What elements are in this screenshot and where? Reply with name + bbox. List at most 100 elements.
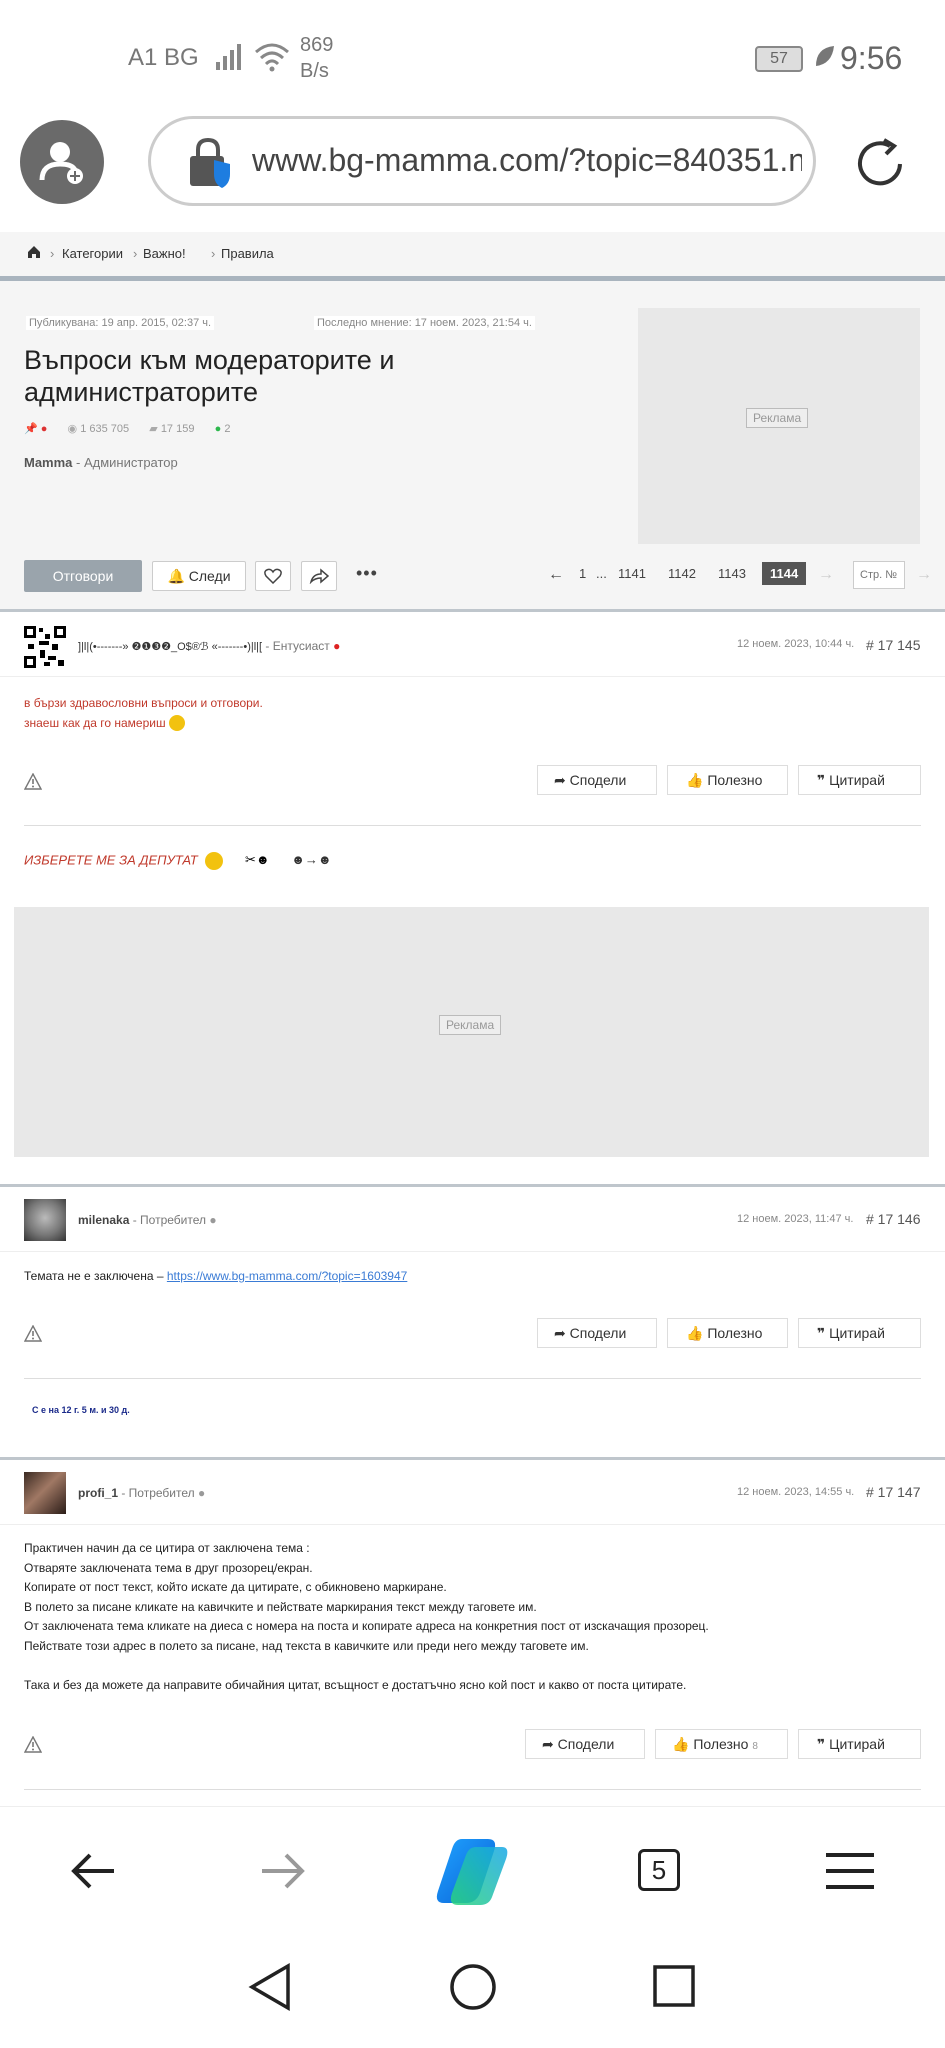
back-arrow-icon[interactable] (70, 1851, 118, 1891)
quote-icon: ❞ (817, 1736, 826, 1752)
post-username[interactable]: profi_1 (78, 1486, 118, 1500)
leaf-icon (816, 46, 834, 66)
thumbs-up-icon: 👍 (686, 1325, 704, 1341)
post-number-link[interactable]: # 17 146 (866, 1211, 921, 1227)
reload-icon[interactable] (852, 136, 908, 192)
eye-icon: ◉ (67, 423, 78, 435)
avatar[interactable] (24, 1199, 66, 1241)
signature-divider (24, 1789, 921, 1790)
clock: 9:56 (840, 40, 903, 76)
signature: ИЗБЕРЕТЕ МЕ ЗА ДЕПУТАТ ✂☻ ☻→☻ (24, 852, 332, 870)
useful-label: Полезно (707, 1325, 763, 1341)
share-label: Сподели (557, 1736, 615, 1752)
ad-label: Реклама (746, 408, 809, 428)
follow-button[interactable]: 🔔 Следи (152, 561, 246, 591)
page-title: Въпроси към модераторите и администратор… (24, 345, 395, 407)
post: ]|l|(•-------» ❷❶❸❷_O$®ℬ «-------•)|l|[ … (0, 609, 945, 894)
replies-count: 17 159 (160, 423, 195, 435)
reply-button[interactable]: Отговори (24, 560, 142, 592)
report-warning-icon[interactable] (24, 1325, 42, 1343)
ad-banner: Реклама (638, 308, 920, 544)
share-icon (309, 568, 330, 585)
browser-bottom-nav: 5 (0, 1806, 945, 1933)
quote-button[interactable]: ❞ Цитирай (798, 1729, 921, 1759)
post-date: 12 ноем. 2023, 11:47 ч. (737, 1213, 854, 1225)
share-icon: ➦ (554, 1325, 566, 1341)
share-button[interactable]: ➦ Сподели (537, 1318, 657, 1348)
post-text-line: Така и без да можете да направите обичай… (24, 1677, 687, 1692)
carrier-name: A1 BG (128, 44, 199, 71)
heart-icon (264, 568, 282, 585)
post-text-line: Отваряте заключената тема в друг прозоре… (24, 1560, 313, 1575)
author-name[interactable]: Mamma (24, 455, 72, 470)
post-date: 12 ноем. 2023, 10:44 ч. (737, 638, 855, 650)
signature-divider (24, 1378, 921, 1379)
more-options-icon[interactable]: ••• (356, 564, 378, 582)
post-body: Практичен начин да се цитира от заключен… (24, 1539, 924, 1695)
favorite-button[interactable] (255, 561, 291, 591)
topic-stats: 📌 ● ◉ 1 635 705 ▰ 17 159 ● 2 (24, 422, 230, 435)
post-text-spacer (24, 1656, 924, 1676)
copilot-icon[interactable] (432, 1835, 512, 1907)
prev-page-arrow-icon[interactable]: ← (548, 566, 564, 584)
pin-icon: 📌 (24, 423, 38, 435)
page-link[interactable]: 1143 (718, 566, 746, 581)
report-warning-icon[interactable] (24, 773, 42, 791)
share-topic-button[interactable] (301, 561, 337, 591)
post-number-link[interactable]: # 17 145 (866, 637, 921, 653)
share-label: Сподели (569, 1325, 627, 1341)
tabs-button[interactable]: 5 (638, 1849, 680, 1891)
share-icon: ➦ (554, 772, 566, 788)
post-user-role: - Ентусиаст (262, 639, 330, 653)
avatar[interactable] (24, 1472, 66, 1514)
topic-author: Mamma - Администратор (24, 455, 178, 470)
post-text: Темата не е заключена – (24, 1269, 167, 1283)
share-button[interactable]: ➦ Сподели (525, 1729, 645, 1759)
page-link[interactable]: 1141 (618, 566, 646, 581)
quote-button[interactable]: ❞ Цитирай (798, 1318, 921, 1348)
breadcrumb-rules[interactable]: Правила (221, 246, 274, 261)
status-dot-icon: ● (209, 1213, 217, 1227)
post-number-link[interactable]: # 17 147 (866, 1484, 921, 1500)
share-button[interactable]: ➦ Сподели (537, 765, 657, 795)
smiley-icon (168, 715, 185, 732)
signal-icon (216, 44, 241, 70)
system-back-icon[interactable] (248, 1962, 292, 2012)
status-dot-icon: ● (333, 639, 341, 653)
post-body: Темата не е заключена – https://www.bg-m… (24, 1267, 407, 1287)
hot-icon: ● (40, 423, 48, 435)
system-home-icon[interactable] (448, 1962, 498, 2012)
ad-banner: Реклама (14, 907, 929, 1157)
system-recents-icon[interactable] (652, 1964, 696, 2008)
breadcrumb-categories[interactable]: Категории (62, 246, 123, 261)
last-opinion-date: Последно мнение: 17 ноем. 2023, 21:54 ч. (314, 316, 535, 330)
avatar[interactable] (24, 626, 66, 668)
quote-label: Цитирай (829, 1736, 885, 1752)
quote-icon: ❞ (817, 1325, 826, 1341)
post-username[interactable]: ]|l|(•-------» ❷❶❸❷_O$®ℬ «-------•)|l|[ (78, 641, 262, 653)
current-page: 1144 (762, 562, 807, 585)
profile-button[interactable] (20, 120, 104, 204)
home-icon[interactable] (26, 244, 42, 260)
online-count: 2 (224, 423, 231, 435)
system-navigation-bar (0, 1932, 945, 2048)
post-author: ]|l|(•-------» ❷❶❸❷_O$®ℬ «-------•)|l|[ … (78, 639, 340, 653)
speed-value: 869 (300, 34, 334, 56)
topic-link[interactable]: https://www.bg-mamma.com/?topic=1603947 (167, 1269, 407, 1283)
post-username[interactable]: milenaka (78, 1213, 129, 1227)
menu-icon[interactable] (824, 1851, 876, 1891)
url-text[interactable]: www.bg-mamma.com/?topic=840351.n (252, 142, 802, 179)
useful-button[interactable]: 👍 Полезно 8 (655, 1729, 788, 1759)
page-number-input[interactable] (853, 561, 905, 589)
breadcrumb-important[interactable]: Важно! (143, 246, 186, 261)
chevron-right-icon: › (211, 246, 216, 261)
useful-button[interactable]: 👍 Полезно (667, 765, 788, 795)
forward-arrow-icon (262, 1853, 305, 1889)
page-link[interactable]: 1142 (668, 566, 696, 581)
quote-button[interactable]: ❞ Цитирай (798, 765, 921, 795)
lock-shield-icon (190, 138, 230, 188)
report-warning-icon[interactable] (24, 1736, 42, 1754)
useful-button[interactable]: 👍 Полезно (667, 1318, 788, 1348)
page-link[interactable]: 1 (579, 566, 586, 581)
published-date: Публикувана: 19 апр. 2015, 02:37 ч. (26, 316, 215, 330)
